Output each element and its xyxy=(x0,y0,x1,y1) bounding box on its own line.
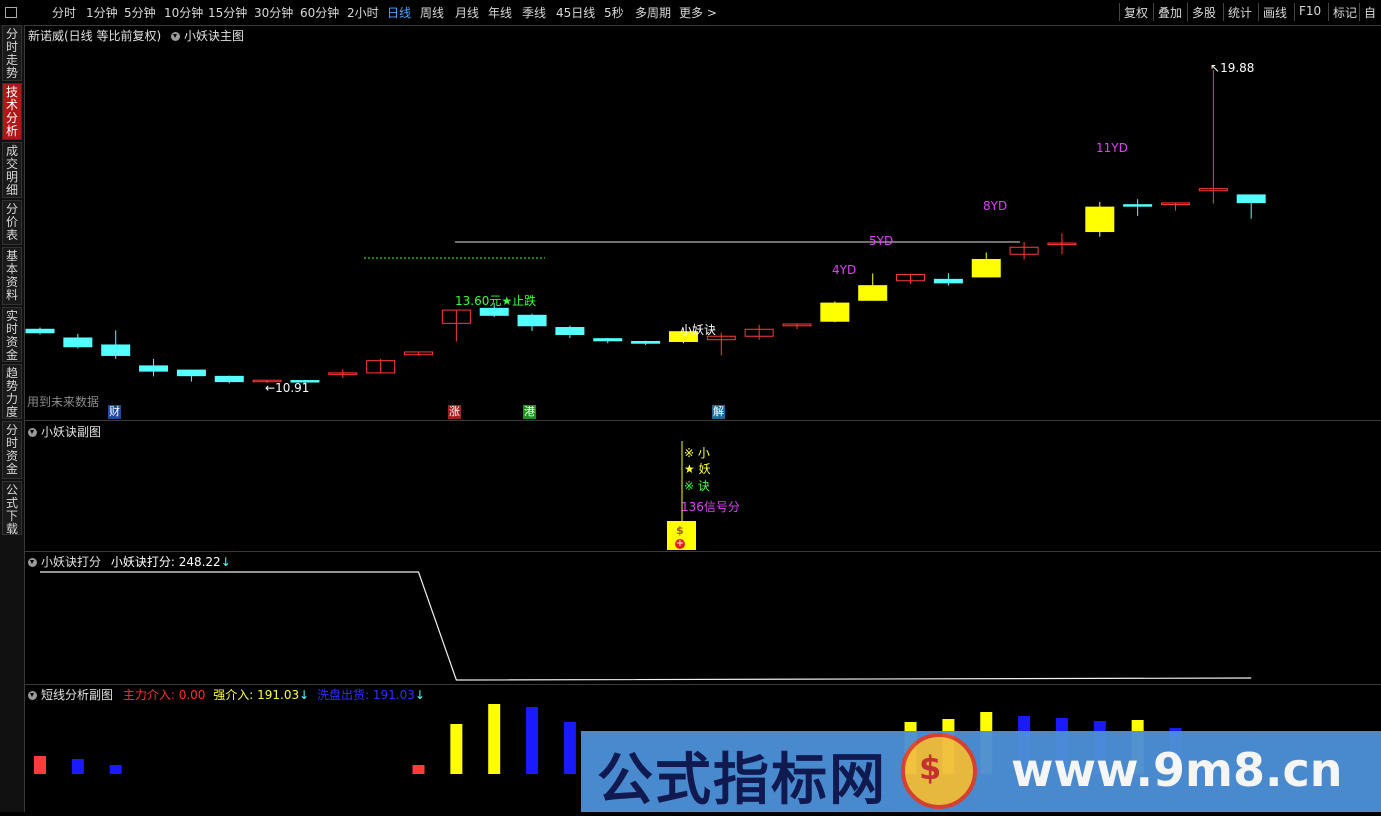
signal-label: 小妖诀 xyxy=(680,323,717,337)
watermark-logo-icon: $ xyxy=(901,733,977,809)
candle-body xyxy=(101,344,131,356)
watermark-url: www.9m8.cn xyxy=(1011,743,1343,797)
candle-body xyxy=(933,278,963,284)
candle-body xyxy=(820,302,850,322)
short-bar xyxy=(412,765,425,774)
yd-label: 8YD xyxy=(983,199,1008,213)
candle-body xyxy=(25,328,55,334)
low-price-label: ←10.91 xyxy=(265,381,310,395)
short-bar xyxy=(450,724,463,774)
short-bar xyxy=(526,707,539,774)
candle-body xyxy=(1236,194,1266,204)
high-price-label: ↖19.88 xyxy=(1210,61,1255,75)
signal-line-3: ※ 诀 xyxy=(684,479,710,493)
candle-body xyxy=(63,337,93,348)
signal-score-label: 136信号分 xyxy=(681,500,740,514)
candle-body xyxy=(1085,206,1115,233)
watermark-site-name: 公式指标网 xyxy=(597,748,887,813)
low-price-value: 10.91 xyxy=(275,381,310,395)
event-tag-rise[interactable]: 涨 xyxy=(448,405,461,419)
score-line xyxy=(40,571,1252,681)
candle-body xyxy=(555,327,585,335)
signal-line-2: ★ 妖 xyxy=(684,462,711,476)
yd-label: 4YD xyxy=(832,263,857,277)
yd-label: 11YD xyxy=(1096,141,1128,155)
candle-body xyxy=(858,285,888,301)
short-bar xyxy=(34,756,46,774)
short-bar xyxy=(109,765,122,774)
candle-body xyxy=(517,314,547,327)
candle-body xyxy=(139,365,169,372)
red-cross-icon: + xyxy=(675,538,685,549)
short-bar xyxy=(563,722,576,774)
watermark-banner: 公式指标网 $ www.9m8.cn xyxy=(581,731,1381,813)
candle-body xyxy=(593,338,623,342)
kline-chart[interactable] xyxy=(0,0,1381,812)
event-tag-hk[interactable]: 港 xyxy=(523,405,536,419)
candle-body xyxy=(1123,204,1153,207)
candle-body xyxy=(631,340,661,344)
short-bar xyxy=(71,759,84,774)
candle-body xyxy=(176,369,206,377)
high-price-value: 19.88 xyxy=(1220,61,1255,75)
event-tag-finance[interactable]: 财 xyxy=(108,405,121,419)
candle-body xyxy=(214,375,244,383)
short-bar xyxy=(488,704,501,774)
yd-label: 5YD xyxy=(869,234,894,248)
candle-body xyxy=(971,258,1001,278)
stop-fall-label: 13.60元★止跌 xyxy=(455,294,537,308)
money-bag-glyph: $ xyxy=(676,524,684,537)
signal-line-1: ※ 小 xyxy=(684,446,710,460)
watermark-logo-glyph: $ xyxy=(919,749,942,787)
candle-body xyxy=(479,307,509,316)
event-tag-unlock[interactable]: 解 xyxy=(712,405,725,419)
